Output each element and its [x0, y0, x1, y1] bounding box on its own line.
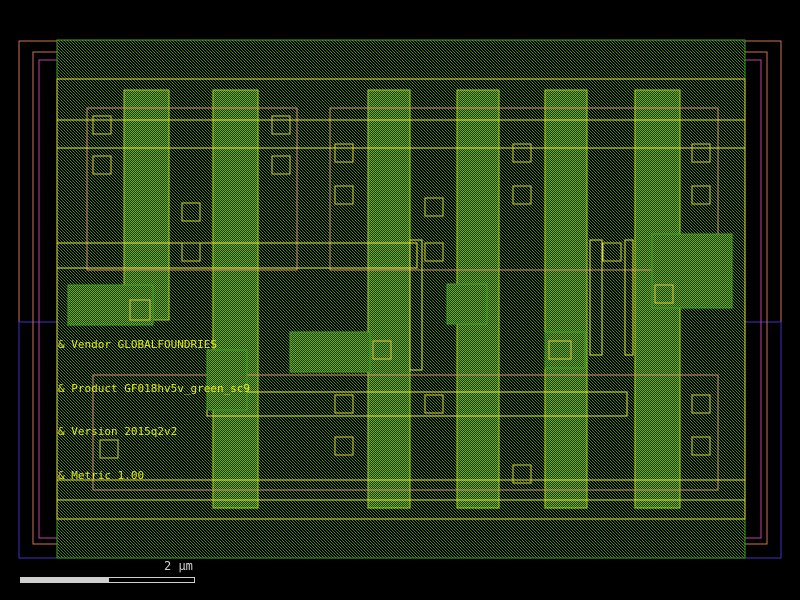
- diff-island-3: [651, 233, 733, 309]
- poly-gate-3: [367, 89, 411, 509]
- scale-label: 2 µm: [164, 559, 193, 573]
- label-version: & Version 2015q2v2: [58, 425, 178, 438]
- diff-island-6: [206, 349, 248, 411]
- poly-gate-2: [212, 89, 259, 509]
- diff-island-5: [544, 331, 586, 369]
- diff-island-2: [289, 331, 371, 373]
- layout-viewer: [18, 39, 782, 559]
- label-product: & Product GF018hv5v_green_sc9: [58, 382, 251, 395]
- scale-bar-fill: [21, 578, 109, 582]
- poly-gate-5: [544, 89, 588, 509]
- diff-island-4: [446, 283, 488, 325]
- scale-bar: [20, 577, 195, 583]
- diff-island-1: [67, 284, 154, 326]
- label-vendor: & Vendor GLOBALFOUNDRIES: [58, 338, 217, 351]
- label-metric: & Metric 1.00: [58, 469, 145, 482]
